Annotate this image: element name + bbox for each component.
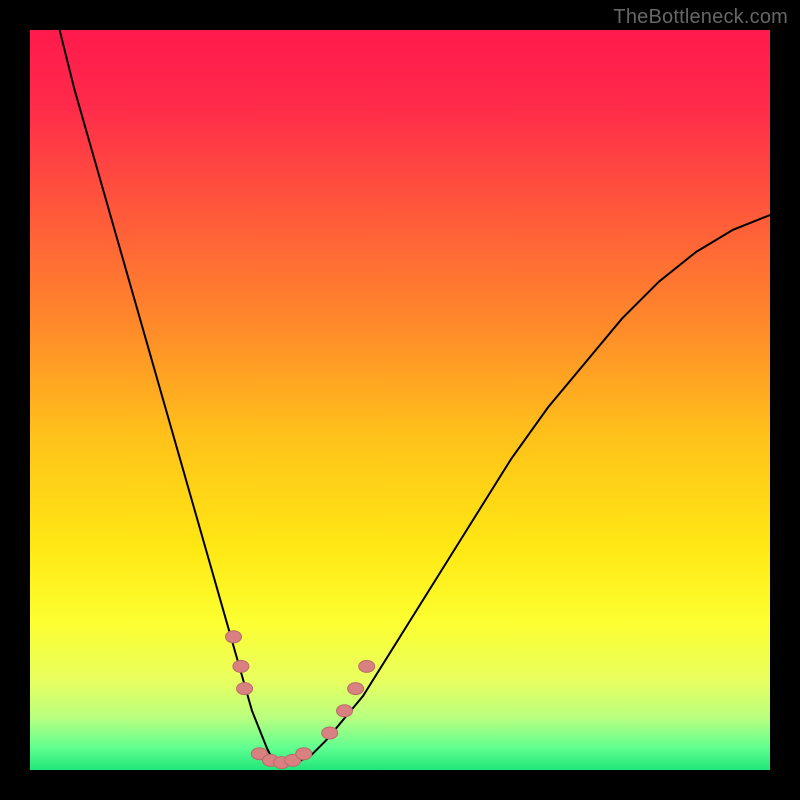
bottleneck-chart	[30, 30, 770, 770]
curve-marker	[337, 705, 353, 717]
curve-marker	[237, 683, 253, 695]
curve-marker	[233, 660, 249, 672]
chart-frame: TheBottleneck.com	[0, 0, 800, 800]
curve-marker	[226, 631, 242, 643]
watermark-text: TheBottleneck.com	[613, 6, 788, 29]
curve-marker	[296, 748, 312, 760]
curve-marker	[359, 660, 375, 672]
chart-plot-area	[30, 30, 770, 770]
curve-marker	[348, 683, 364, 695]
curve-marker	[322, 727, 338, 739]
gradient-background	[30, 30, 770, 770]
